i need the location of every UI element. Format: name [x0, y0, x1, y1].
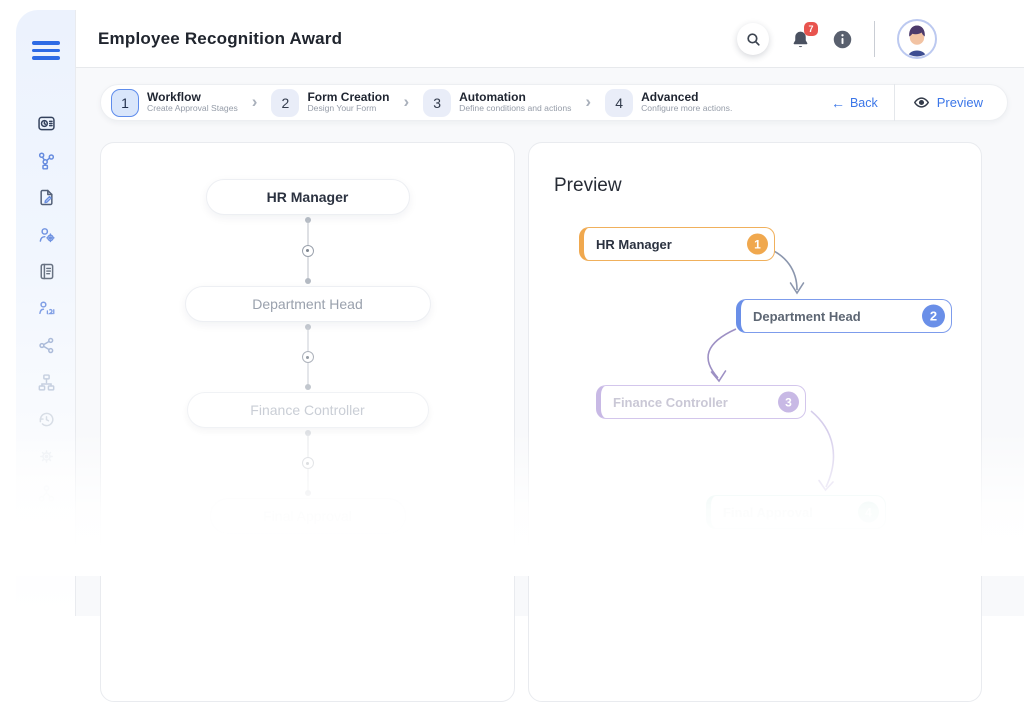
preview-button[interactable]: Preview	[895, 94, 1001, 111]
header-divider	[874, 21, 875, 57]
time-dashboard-icon[interactable]	[36, 113, 57, 134]
stepper-controls: ← Back Preview	[815, 85, 1001, 120]
step-advanced[interactable]: 4 Advanced Configure more actions.	[605, 89, 732, 117]
stage-number-badge: 4	[858, 502, 879, 523]
stage-pill-hr-manager[interactable]: HR Manager	[206, 179, 410, 215]
history-icon[interactable]	[36, 409, 57, 430]
chevron-right-icon: ›	[238, 92, 272, 114]
step-title: Workflow	[147, 91, 238, 105]
preview-card-department-head: Department Head 2	[736, 299, 952, 333]
connector-node-button[interactable]	[302, 351, 314, 363]
connector-node-button[interactable]	[302, 245, 314, 257]
stage-pill-finance-controller[interactable]: Finance Controller	[187, 392, 429, 428]
preview-card-final-approval: Final Approval 4	[706, 495, 886, 529]
step-title: Form Creation	[307, 91, 389, 105]
sidebar-icon-list	[16, 113, 76, 504]
preview-card-hr-manager: HR Manager 1	[579, 227, 775, 261]
info-icon[interactable]	[832, 29, 853, 50]
step-title: Advanced	[641, 91, 732, 105]
sidebar	[16, 10, 76, 616]
stepper-steps: 1 Workflow Create Approval Stages › 2 Fo…	[111, 89, 815, 117]
user-settings-icon[interactable]	[36, 224, 57, 245]
content-area: 1 Workflow Create Approval Stages › 2 Fo…	[76, 68, 1024, 616]
header: Employee Recognition Award 7	[76, 10, 1024, 68]
back-arrow-icon: ←	[831, 95, 845, 111]
header-actions: 7	[737, 10, 938, 68]
automation-icon[interactable]	[36, 446, 57, 467]
step-subtitle: Create Approval Stages	[147, 104, 238, 114]
chevron-right-icon: ›	[389, 92, 423, 114]
step-subtitle: Design Your Form	[307, 104, 389, 114]
user-id-icon[interactable]	[36, 298, 57, 319]
notebook-icon[interactable]	[36, 261, 57, 282]
step-number: 3	[423, 89, 451, 117]
step-number: 4	[605, 89, 633, 117]
step-subtitle: Configure more actions.	[641, 104, 732, 114]
form-edit-icon[interactable]	[36, 187, 57, 208]
notification-badge: 7	[804, 22, 818, 36]
step-number: 1	[111, 89, 139, 117]
preview-panel: Preview HR Manager 1 Department Head 2	[528, 142, 982, 702]
app-window: Employee Recognition Award 7	[16, 10, 1024, 616]
stage-number-badge: 3	[778, 392, 799, 413]
stage-pill-department-head[interactable]: Department Head	[185, 286, 431, 322]
preview-card-label: Finance Controller	[613, 395, 728, 410]
preview-card-label: Department Head	[753, 309, 861, 324]
share-network-icon[interactable]	[36, 335, 57, 356]
step-workflow[interactable]: 1 Workflow Create Approval Stages	[111, 89, 238, 117]
step-title: Automation	[459, 91, 571, 105]
back-label: Back	[850, 96, 878, 110]
preview-card-finance-controller: Finance Controller 3	[596, 385, 806, 419]
hamburger-menu-icon[interactable]	[32, 41, 60, 60]
step-number: 2	[271, 89, 299, 117]
connector-node-button[interactable]	[302, 457, 314, 469]
preview-card-label: HR Manager	[596, 237, 672, 252]
org-chart-icon[interactable]	[36, 372, 57, 393]
back-button[interactable]: ← Back	[815, 95, 894, 111]
preview-label: Preview	[937, 95, 983, 110]
workflow-nodes-icon[interactable]	[36, 150, 57, 171]
stage-number-badge: 2	[922, 305, 945, 328]
stage-number-badge: 1	[747, 234, 768, 255]
bell-icon[interactable]: 7	[790, 29, 811, 50]
workflow-builder-panel: HR Manager Department Head Finance Contr…	[100, 142, 515, 702]
search-icon[interactable]	[737, 23, 769, 55]
stepper-bar: 1 Workflow Create Approval Stages › 2 Fo…	[100, 84, 1008, 121]
eye-icon	[913, 94, 930, 111]
chevron-right-icon: ›	[571, 92, 605, 114]
step-subtitle: Define conditions and actions	[459, 104, 571, 114]
step-form-creation[interactable]: 2 Form Creation Design Your Form	[271, 89, 389, 117]
hierarchy-icon[interactable]	[36, 483, 57, 504]
stage-connector	[301, 430, 315, 496]
stage-pill-final-approval[interactable]: Final Approval	[210, 498, 406, 534]
page-title: Employee Recognition Award	[98, 29, 342, 49]
step-automation[interactable]: 3 Automation Define conditions and actio…	[423, 89, 571, 117]
preview-card-label: Final Approval	[723, 505, 813, 520]
stage-connector	[301, 324, 315, 390]
stage-connector	[301, 217, 315, 284]
preview-heading: Preview	[554, 175, 622, 197]
avatar[interactable]	[896, 18, 938, 60]
